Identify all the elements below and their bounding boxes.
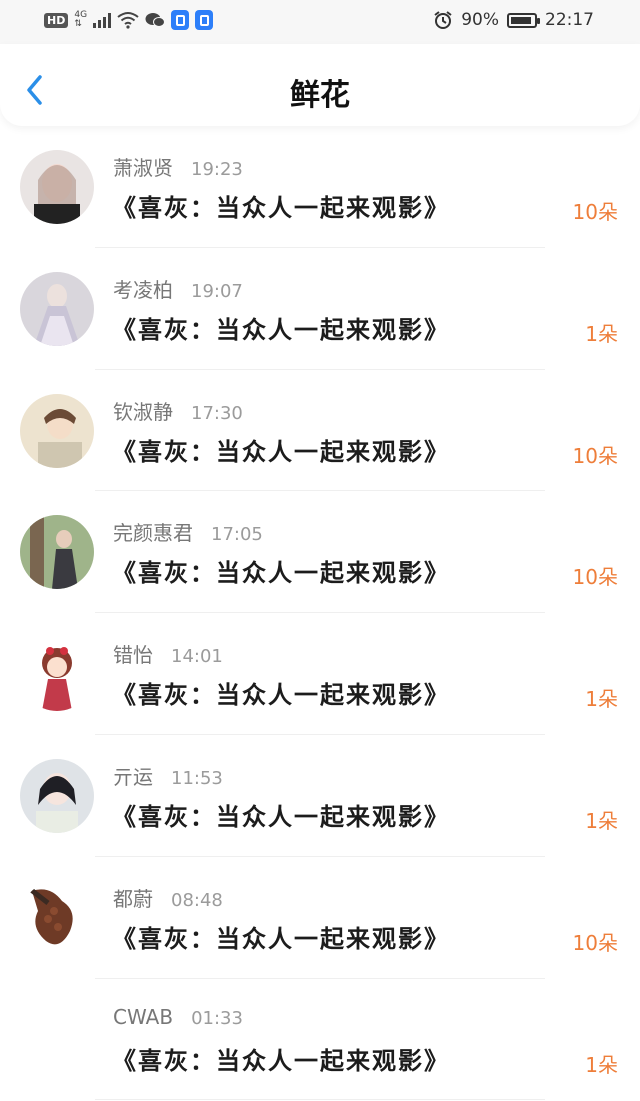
sender-name: 都蔚 08:48 xyxy=(113,883,223,912)
clock: 22:17 xyxy=(545,10,594,30)
flower-list: 萧淑贤 19:23 《喜灰：当众人一起来观影》 10朵 考凌柏 19:07 《喜灰：当众人一… xyxy=(0,126,640,1101)
movie-title[interactable]: 《喜灰：当众人一起来观影》 xyxy=(112,1041,450,1076)
sender-name: CWAB 01:33 xyxy=(113,1005,243,1029)
status-bar: HD 4G ⇅ 90% 22:17 xyxy=(0,0,640,44)
sender-name-text: 错怡 xyxy=(113,643,153,668)
network-type: 4G ⇅ xyxy=(74,10,88,29)
avatar[interactable] xyxy=(20,271,94,346)
flower-list-item[interactable]: 完颜惠君 17:05 《喜灰：当众人一起来观影》 10朵 xyxy=(0,491,640,614)
sender-name-text: 都蔚 xyxy=(113,886,153,911)
sent-time: 17:30 xyxy=(191,402,243,424)
battery-icon xyxy=(507,12,540,28)
sender-name-text: 完颜惠君 xyxy=(113,521,193,546)
flower-count: 1朵 xyxy=(585,687,618,712)
sender-name-text: 亓运 xyxy=(113,764,153,789)
alarm-icon xyxy=(434,11,452,29)
hd-badge: HD xyxy=(44,12,69,28)
flower-list-item[interactable]: 萧淑贤 19:23 《喜灰：当众人一起来观影》 10朵 xyxy=(0,126,640,248)
flower-list-item[interactable]: 考凌柏 19:07 《喜灰：当众人一起来观影》 1朵 xyxy=(0,248,640,370)
movie-title[interactable]: 《喜灰：当众人一起来观影》 xyxy=(112,188,450,223)
wifi-icon xyxy=(117,12,139,29)
app-notification-icon xyxy=(195,10,214,30)
sender-name-text: CWAB xyxy=(113,1004,174,1029)
flower-list-item[interactable]: 亓运 11:53 《喜灰：当众人一起来观影》 1朵 xyxy=(0,735,640,857)
wechat-icon xyxy=(145,13,166,27)
flower-count: 1朵 xyxy=(585,1052,618,1077)
divider xyxy=(95,1099,545,1101)
flower-count: 10朵 xyxy=(572,930,618,955)
flower-count: 10朵 xyxy=(572,443,618,468)
flower-count: 1朵 xyxy=(585,808,618,833)
sender-name-text: 萧淑贤 xyxy=(113,156,173,180)
avatar[interactable] xyxy=(20,880,94,955)
avatar[interactable] xyxy=(20,758,94,833)
sender-name-text: 钦淑静 xyxy=(113,399,173,424)
sent-time: 14:01 xyxy=(171,646,223,668)
sent-time: 11:53 xyxy=(171,767,223,789)
sender-name: 亓运 11:53 xyxy=(113,761,223,790)
sender-name: 错怡 14:01 xyxy=(113,639,223,668)
avatar[interactable] xyxy=(20,637,94,712)
movie-title[interactable]: 《喜灰：当众人一起来观影》 xyxy=(112,310,450,345)
sent-time: 01:33 xyxy=(191,1007,243,1029)
sender-name: 萧淑贤 19:23 xyxy=(113,152,243,181)
status-right: 90% 22:17 xyxy=(433,10,594,30)
flower-list-item[interactable]: 错怡 14:01 《喜灰：当众人一起来观影》 1朵 xyxy=(0,613,640,735)
avatar[interactable] xyxy=(20,515,94,590)
app-header: 鲜花 xyxy=(0,44,640,126)
movie-title[interactable]: 《喜灰：当众人一起来观影》 xyxy=(112,797,450,832)
movie-title[interactable]: 《喜灰：当众人一起来观影》 xyxy=(112,919,450,954)
movie-title[interactable]: 《喜灰：当众人一起来观影》 xyxy=(112,675,450,710)
signal-icon xyxy=(93,12,112,28)
sender-name: 考凌柏 19:07 xyxy=(113,274,243,303)
sent-time: 19:07 xyxy=(191,280,243,302)
flower-count: 1朵 xyxy=(585,321,618,346)
sent-time: 19:23 xyxy=(191,159,243,180)
movie-title[interactable]: 《喜灰：当众人一起来观影》 xyxy=(112,432,450,467)
sent-time: 17:05 xyxy=(211,524,263,546)
flower-list-item[interactable]: CWAB 01:33 《喜灰：当众人一起来观影》 1朵 xyxy=(0,979,640,1101)
avatar[interactable] xyxy=(20,150,94,224)
flower-count: 10朵 xyxy=(572,565,618,590)
sender-name-text: 考凌柏 xyxy=(113,277,173,302)
app-notification-icon xyxy=(171,10,190,30)
movie-title[interactable]: 《喜灰：当众人一起来观影》 xyxy=(112,553,450,588)
battery-percent: 90% xyxy=(461,10,499,30)
sender-name: 钦淑静 17:30 xyxy=(113,396,243,425)
page-title: 鲜花 xyxy=(290,78,350,113)
sender-name: 完颜惠君 17:05 xyxy=(113,517,263,546)
flower-list-item[interactable]: 都蔚 08:48 《喜灰：当众人一起来观影》 10朵 xyxy=(0,857,640,979)
flower-list-item[interactable]: 钦淑静 17:30 《喜灰：当众人一起来观影》 10朵 xyxy=(0,370,640,492)
status-left: HD 4G ⇅ xyxy=(44,10,214,30)
flower-count: 10朵 xyxy=(572,200,618,224)
sent-time: 08:48 xyxy=(171,889,223,911)
avatar[interactable] xyxy=(20,393,94,468)
